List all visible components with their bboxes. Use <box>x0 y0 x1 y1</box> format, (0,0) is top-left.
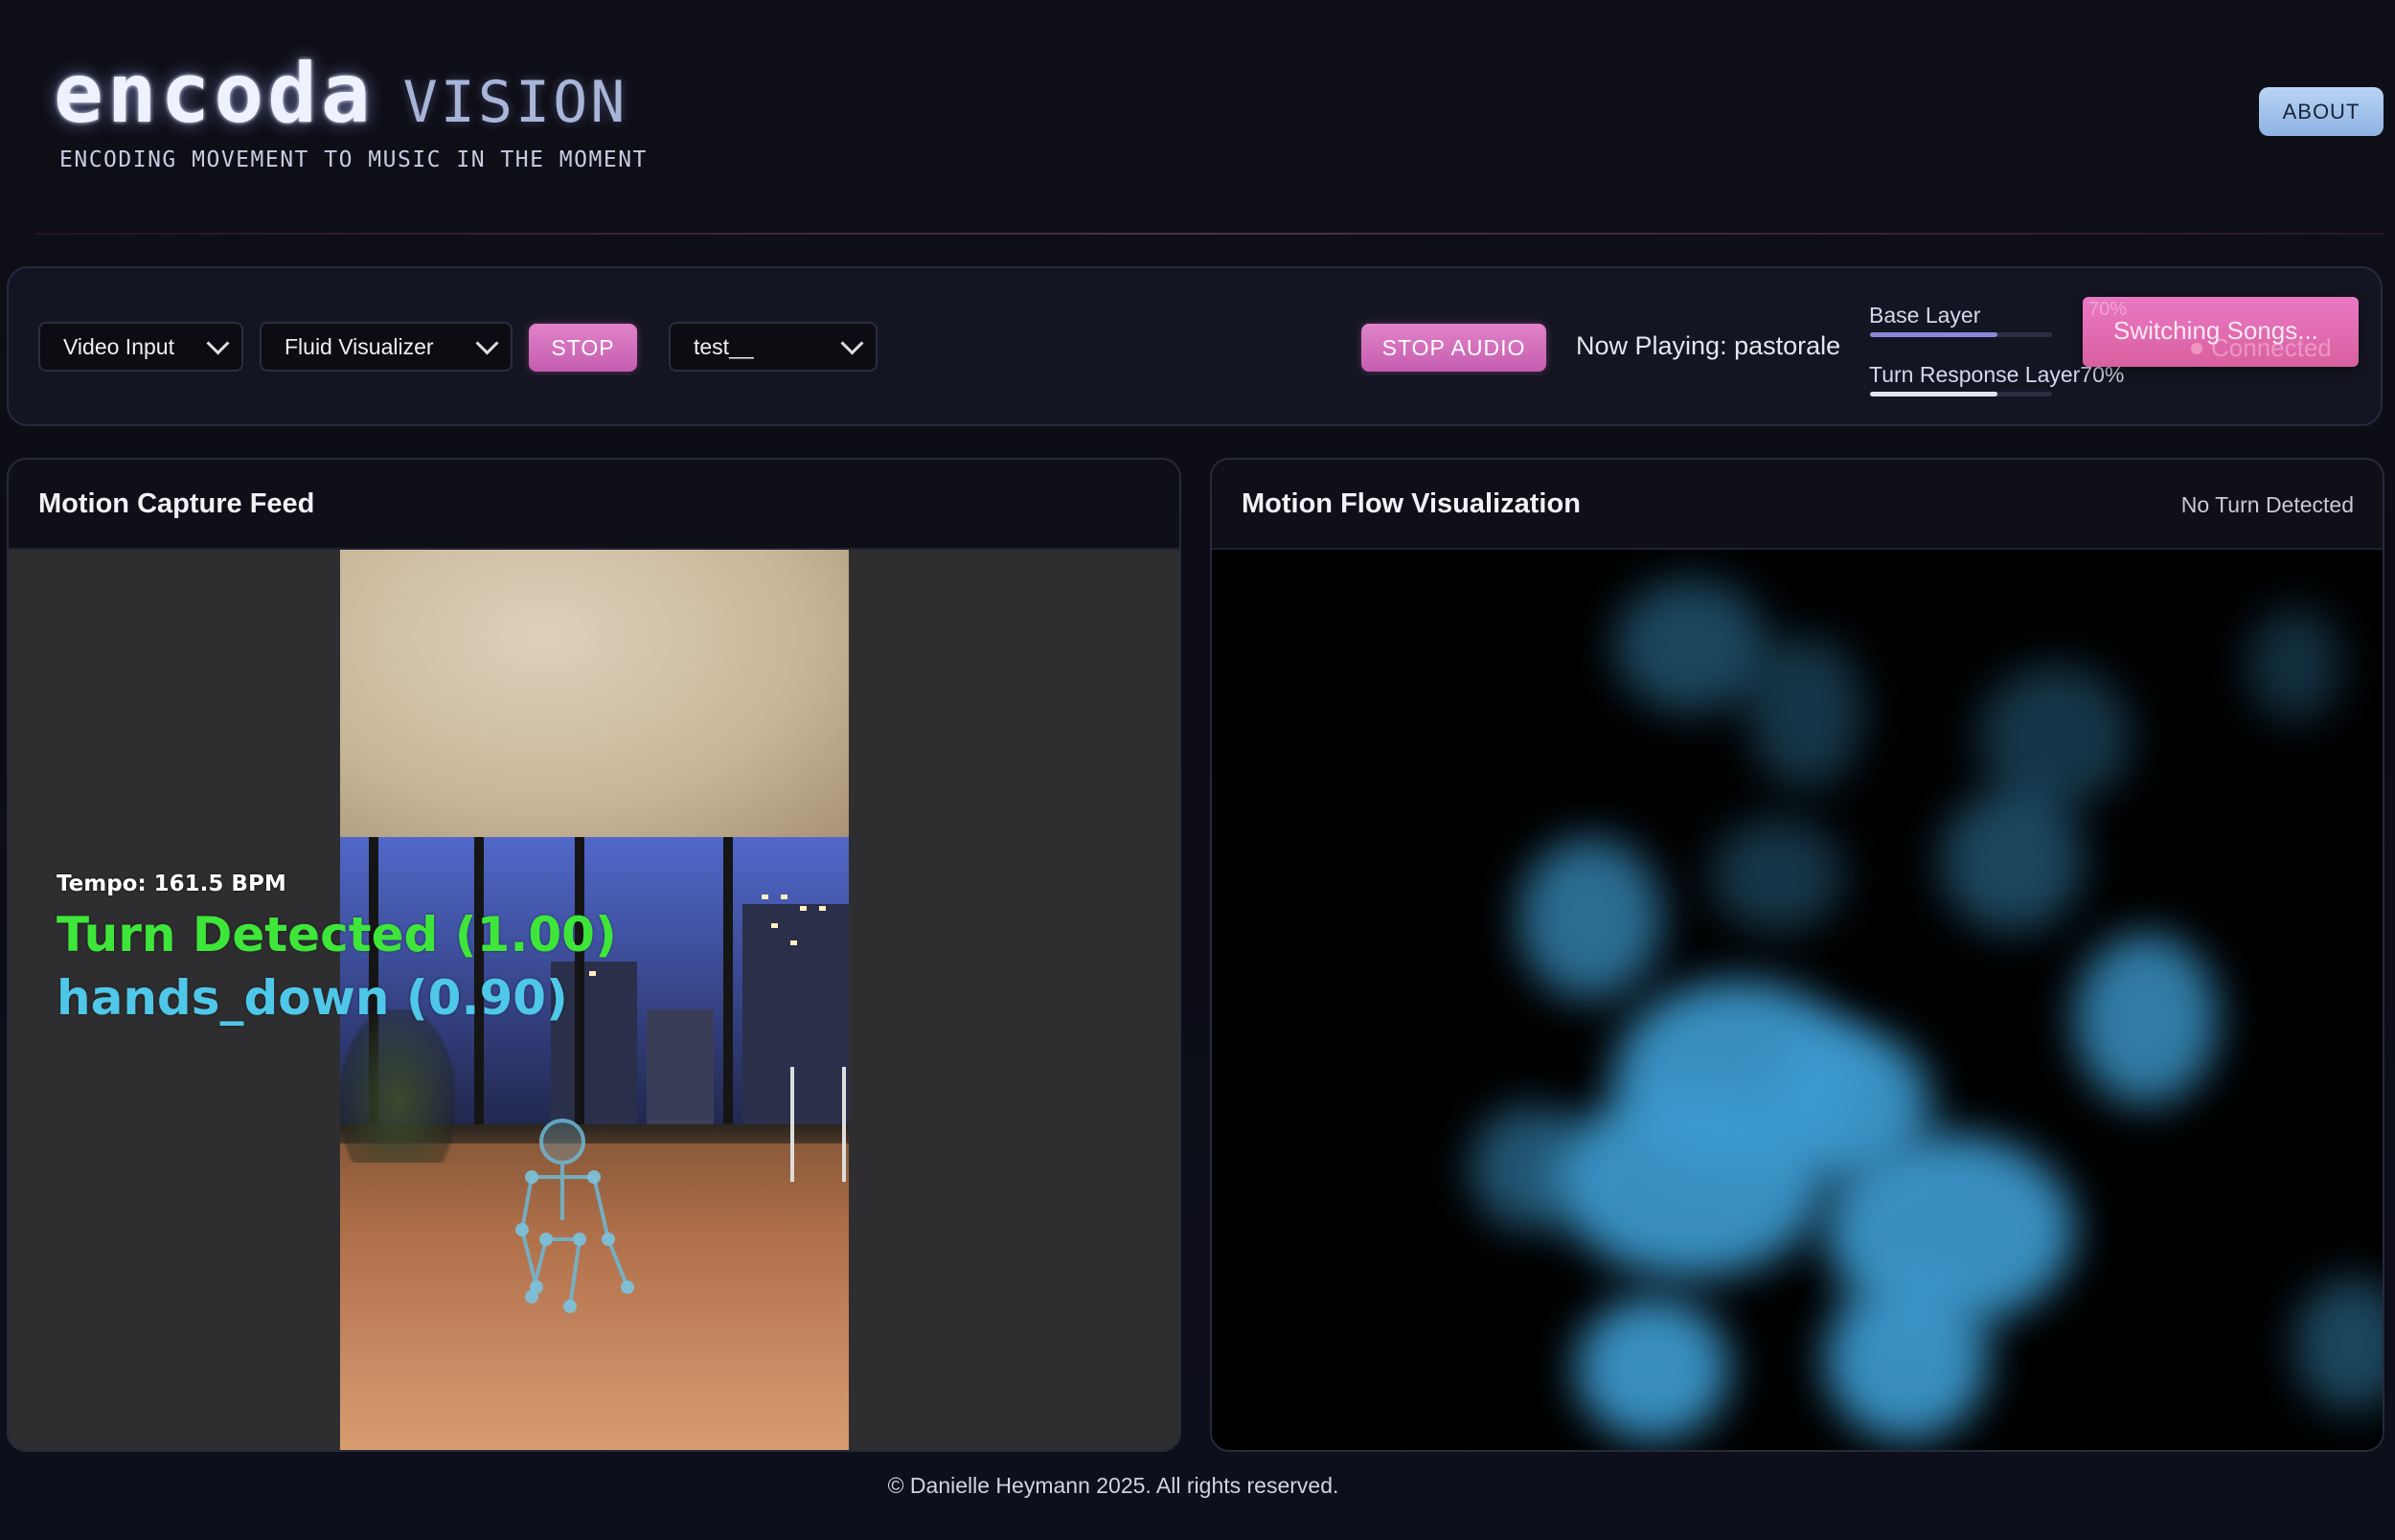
turn-detected-readout: Turn Detected (1.00) <box>57 907 617 962</box>
tagline: ENCODING MOVEMENT TO MUSIC IN THE MOMENT <box>59 147 648 172</box>
panel-title: Motion Flow Visualization <box>1242 488 1581 519</box>
panel-title: Motion Capture Feed <box>38 488 315 519</box>
copyright: © Danielle Heymann 2025. All rights rese… <box>887 1473 1339 1498</box>
turn-layer-name: Turn Response Layer <box>1869 362 2081 387</box>
switching-songs-text: Switching Songs... <box>2113 316 2318 345</box>
header-divider <box>34 233 2384 235</box>
switching-songs-toast: 70% Connected Switching Songs... <box>2083 297 2359 367</box>
turn-layer-slider[interactable] <box>1870 392 2052 396</box>
turn-layer-fill <box>1870 392 1997 396</box>
panel-header: Motion Capture Feed <box>9 460 1179 550</box>
chevron-down-icon <box>475 330 499 355</box>
about-button[interactable]: ABOUT <box>2259 87 2384 136</box>
visualizer-value: Fluid Visualizer <box>285 333 434 359</box>
input-source-value: Video Input <box>63 333 174 359</box>
control-bar: Video Input Fluid Visualizer STOP test__… <box>7 266 2383 426</box>
brand-logo: encoda <box>54 46 375 142</box>
visualizer-select[interactable]: Fluid Visualizer <box>260 322 513 372</box>
panel-header: Motion Flow Visualization No Turn Detect… <box>1212 460 2383 550</box>
song-value: test__ <box>694 333 754 359</box>
base-layer-label: Base Layer <box>1869 303 1981 328</box>
turn-status: No Turn Detected <box>2180 492 2354 517</box>
brand-suffix: VISION <box>402 69 628 136</box>
brand: encoda VISION ENCODING MOVEMENT TO MUSIC… <box>54 46 648 172</box>
base-layer-fill <box>1870 332 1997 337</box>
base-layer-slider[interactable] <box>1870 332 2052 337</box>
stop-button[interactable]: STOP <box>529 324 637 372</box>
gesture-readout: hands_down (0.90) <box>57 970 568 1026</box>
chevron-down-icon <box>206 330 230 355</box>
motion-flow-panel: Motion Flow Visualization No Turn Detect… <box>1210 458 2384 1452</box>
stop-audio-button[interactable]: STOP AUDIO <box>1361 324 1546 372</box>
fluid-visualization-canvas <box>1212 550 2383 1450</box>
song-select[interactable]: test__ <box>669 322 878 372</box>
tempo-readout: Tempo: 161.5 BPM <box>57 872 286 896</box>
motion-capture-panel: Motion Capture Feed Tempo: 161.5 BPM Tur… <box>7 458 1181 1452</box>
chevron-down-icon <box>840 330 864 355</box>
now-playing-text: Now Playing: pastorale <box>1576 331 1841 360</box>
input-source-select[interactable]: Video Input <box>38 322 243 372</box>
